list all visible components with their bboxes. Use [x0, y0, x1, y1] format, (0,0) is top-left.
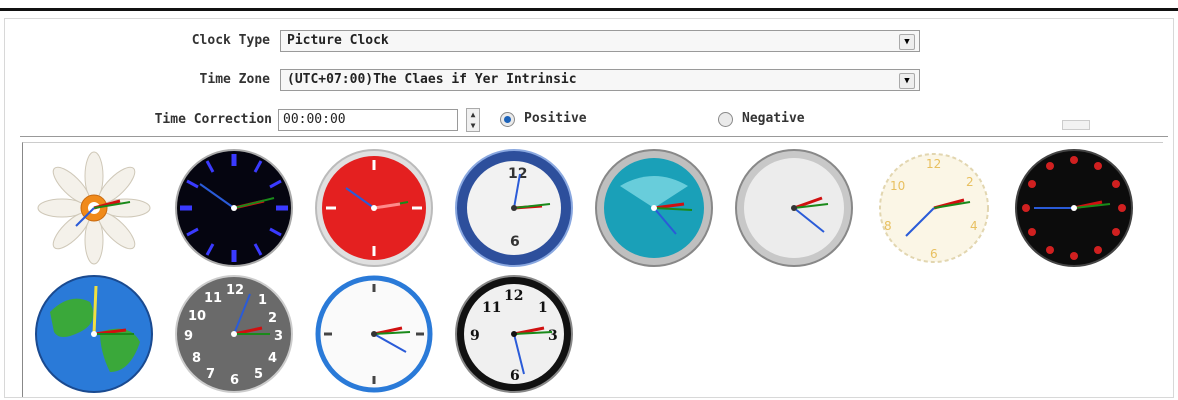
svg-text:6: 6 — [510, 234, 520, 250]
svg-text:1: 1 — [258, 293, 267, 308]
silver-clock-icon[interactable] — [730, 146, 858, 270]
black-white-clock-icon[interactable]: 12 3 6 9 11 1 — [450, 272, 578, 396]
svg-text:11: 11 — [204, 291, 222, 306]
teal-clock-icon[interactable] — [590, 146, 718, 270]
svg-text:5: 5 — [254, 367, 263, 382]
svg-text:12: 12 — [226, 283, 244, 298]
white-blue-rim-clock-icon[interactable] — [310, 272, 438, 396]
spin-down-icon[interactable]: ▼ — [467, 120, 479, 131]
svg-text:3: 3 — [548, 328, 558, 344]
svg-text:12: 12 — [508, 166, 527, 182]
black-red-dots-clock-icon[interactable] — [1010, 146, 1138, 270]
clock-type-label: Clock Type — [191, 33, 270, 48]
blue-ring-clock-icon[interactable]: 12 6 — [450, 146, 578, 270]
chevron-down-icon[interactable]: ▼ — [899, 73, 915, 89]
svg-text:6: 6 — [230, 373, 239, 388]
gray-numbers-clock-icon[interactable]: 12 1 2 345 678 9 10 11 — [170, 272, 298, 396]
time-correction-spinner[interactable]: ▲ ▼ — [466, 108, 480, 132]
svg-text:2: 2 — [966, 175, 974, 189]
svg-text:6: 6 — [510, 368, 520, 384]
neon-blue-clock-icon[interactable] — [170, 146, 298, 270]
svg-text:11: 11 — [482, 300, 501, 316]
time-zone-value: (UTC+07:00)The Claes if Yer Intrinsic — [287, 72, 577, 87]
divider — [20, 136, 1168, 137]
top-border — [0, 8, 1178, 11]
svg-text:9: 9 — [184, 329, 193, 344]
svg-text:4: 4 — [268, 351, 277, 366]
svg-text:12: 12 — [504, 288, 523, 304]
svg-text:8: 8 — [192, 351, 201, 366]
svg-text:8: 8 — [884, 219, 892, 233]
chevron-down-icon[interactable]: ▼ — [899, 34, 915, 50]
negative-label: Negative — [742, 111, 805, 126]
globe-clock-icon[interactable] — [30, 272, 158, 396]
negative-radio[interactable] — [718, 112, 733, 127]
clock-type-select[interactable]: Picture Clock ▼ — [280, 30, 920, 52]
positive-radio[interactable] — [500, 112, 515, 127]
svg-text:7: 7 — [206, 367, 215, 382]
svg-text:2: 2 — [268, 311, 277, 326]
mini-button[interactable] — [1062, 120, 1090, 130]
time-zone-select[interactable]: (UTC+07:00)The Claes if Yer Intrinsic ▼ — [280, 69, 920, 91]
svg-text:10: 10 — [890, 179, 905, 193]
time-correction-input[interactable]: 00:00:00 — [278, 109, 458, 131]
daisy-clock-icon[interactable] — [30, 146, 158, 270]
ornate-clock-icon[interactable]: 12 10 8 4 6 2 — [870, 146, 998, 270]
positive-label: Positive — [524, 111, 587, 126]
svg-text:9: 9 — [470, 328, 480, 344]
red-clock-icon[interactable] — [310, 146, 438, 270]
svg-text:4: 4 — [970, 219, 978, 233]
clock-type-value: Picture Clock — [287, 33, 389, 48]
time-correction-label: Time Correction — [154, 112, 272, 127]
svg-text:12: 12 — [926, 157, 941, 171]
svg-text:1: 1 — [538, 300, 548, 316]
svg-text:10: 10 — [188, 309, 206, 324]
svg-text:3: 3 — [274, 329, 283, 344]
spin-up-icon[interactable]: ▲ — [467, 109, 479, 120]
time-zone-label: Time Zone — [199, 72, 270, 87]
svg-text:6: 6 — [930, 247, 938, 261]
